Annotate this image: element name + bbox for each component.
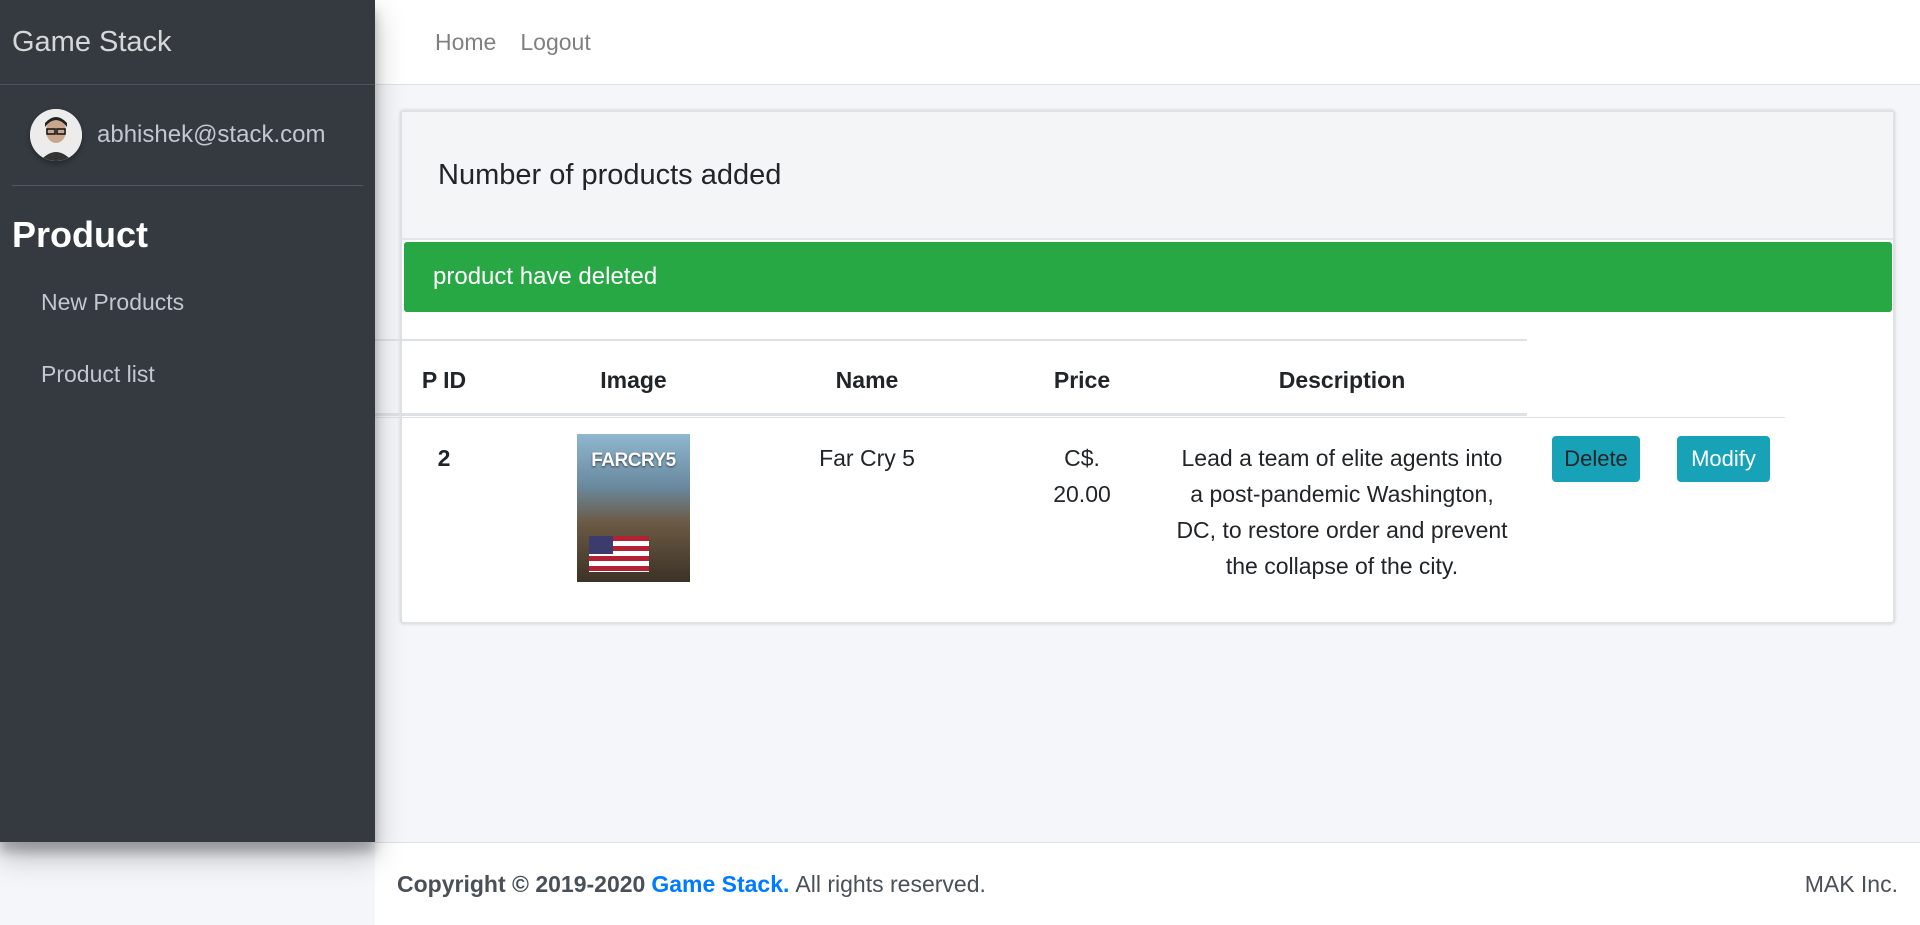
cell-description: Lead a team of elite agents into a post-…: [1162, 440, 1522, 584]
cell-price: C$. 20.00: [1022, 440, 1142, 512]
table-row-border: [372, 417, 1785, 418]
user-email[interactable]: abhishek@stack.com: [97, 121, 325, 149]
card-header: Number of products added: [402, 112, 1893, 240]
user-panel: abhishek@stack.com: [12, 85, 363, 186]
column-header-name: Name: [835, 367, 899, 393]
column-header-image: Image: [600, 367, 667, 393]
footer-rights: All rights reserved.: [795, 870, 986, 897]
product-image-far-cry-5: FARCRY5: [577, 434, 690, 582]
footer-copyright: Copyright © 2019-2020: [397, 870, 646, 897]
description-line: Lead a team of elite agents into: [1181, 445, 1503, 471]
table-header-bottom-border: [372, 413, 1527, 416]
price-currency: C$.: [1064, 445, 1100, 471]
section-title-product: Product: [12, 214, 149, 255]
modify-button[interactable]: Modify: [1677, 436, 1770, 482]
description-line: the collapse of the city.: [1225, 553, 1459, 579]
nav-link-logout[interactable]: Logout: [520, 29, 590, 56]
cover-title: FARCRY5: [591, 450, 676, 471]
user-avatar-icon: [30, 109, 82, 161]
footer-brand-link[interactable]: Game Stack.: [651, 871, 789, 898]
delete-button[interactable]: Delete: [1552, 436, 1640, 482]
alert-message: product have deleted: [433, 263, 658, 290]
column-header-pid: P ID: [421, 367, 467, 393]
brand-link[interactable]: Game Stack: [0, 0, 375, 85]
footer-company: MAK Inc.: [1804, 870, 1898, 897]
avatar: [30, 109, 82, 161]
success-alert: product have deleted: [404, 242, 1892, 312]
flag-icon: [589, 536, 649, 572]
footer: Copyright © 2019-2020 Game Stack. All ri…: [375, 842, 1920, 925]
column-header-description: Description: [1278, 367, 1406, 393]
sidebar: Game Stack abhishek@stack.com Product Ne…: [0, 0, 375, 842]
nav-link-home[interactable]: Home: [435, 29, 496, 56]
sidebar-item-product-list[interactable]: Product list: [0, 338, 375, 410]
card-title: Number of products added: [438, 158, 782, 191]
table-header-top-border: [372, 339, 1527, 341]
cell-pid: 2: [437, 445, 451, 471]
cell-name: Far Cry 5: [819, 445, 915, 471]
price-amount: 20.00: [1053, 481, 1111, 507]
column-header-price: Price: [1053, 367, 1111, 393]
top-navbar: Home Logout: [375, 0, 1920, 85]
products-card: Number of products added product have de…: [372, 110, 1895, 624]
brand-text-stack: Stack: [98, 25, 172, 58]
description-line: a post-pandemic Washington,: [1190, 481, 1494, 507]
brand-text-game: Game: [12, 25, 91, 58]
sidebar-item-new-products[interactable]: New Products: [0, 266, 375, 338]
description-line: DC, to restore order and prevent: [1176, 517, 1508, 543]
